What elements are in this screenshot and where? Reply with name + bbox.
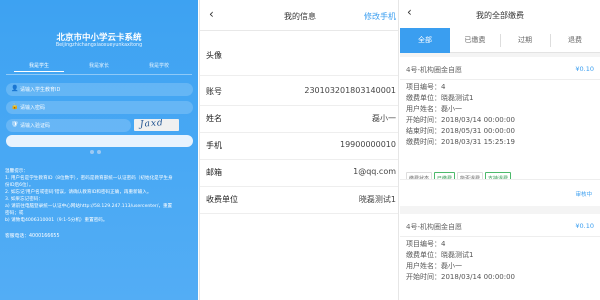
note-line: 2. 如忘记'用户名或密码'错误，请确认教育ID和密码正确，再重新输入。 [5,190,152,195]
avatar-row[interactable]: 头像 [200,36,398,76]
my-info-panel: ‹ 我的信息 修改手机 头像 账号 230103201803140001 姓名 … [199,0,399,300]
card-divider [400,79,600,80]
billing-unit-row: 收费单位 晓磊测试1 [200,184,398,214]
change-phone-link[interactable]: 修改手机 [364,11,396,22]
screenshot-collage: 北京市中小学云卡系统 Beijingzhichangxiaoxueyunkaxi… [0,0,600,300]
payment-card[interactable]: 4号-机构圈金自愿 ¥0.10 项目编号：4 缴费单位：晓磊测试1 用户姓名：磊… [400,214,600,300]
detail-line: 结束时间：2018/05/31 00:00:00 [406,127,516,135]
note-line: 密码；或 [5,211,24,216]
note-line: 3. 如果忘记密码： [5,197,44,202]
lock-icon: 🔒 [11,103,19,110]
tab-expired[interactable]: 过期 [500,28,550,53]
login-panel: 北京市中小学云卡系统 Beijingzhichangxiaoxueyunkaxi… [0,0,198,300]
payment-details: 项目编号：4 缴费单位：晓磊测试1 用户姓名：磊小一 开始时间：2018/03/… [406,239,515,283]
payment-card[interactable]: 4号-机构圈金自愿 ¥0.10 项目编号：4 缴费单位：晓磊测试1 用户姓名：磊… [400,57,600,185]
note-line: 1. 用户名是学生教育ID（8位数字），密码是教育部统一认证密码（初始化是学生身 [5,176,173,181]
avatar-label: 头像 [206,51,222,60]
nav-bar: ‹ 我的全部缴费 [400,0,600,28]
app-subtitle: Beijingzhichangxiaoxueyunkaxitong [55,43,143,48]
captcha-field[interactable]: 🛡 请输入验证码 [6,119,131,132]
nav-bar: ‹ 我的信息 修改手机 [200,0,398,31]
tab-school[interactable]: 我是学校 [134,62,184,69]
role-tabs: 我是学生 我是家长 我是学校 [6,62,192,72]
email-value: 1@qq.com [353,167,396,176]
payment-item-title: 4号-机构圈金自愿 [406,223,462,231]
email-label: 邮箱 [206,168,222,177]
student-id-placeholder: 请输入学生教育ID [20,87,61,93]
name-label: 姓名 [206,114,222,123]
shield-icon: 🛡 [11,121,19,128]
audit-status-link[interactable]: 审核中 [575,190,592,198]
phone-value: 19900000010 [340,140,396,149]
payment-tabs: 全部 已缴费 过期 退费 [400,28,600,53]
phone-row: 手机 19900000010 [200,130,398,160]
name-row: 姓名 磊小一 [200,103,398,133]
tab-parent[interactable]: 我是家长 [74,62,124,69]
password-field[interactable]: 🔒 请输入密码 [6,101,193,114]
tab-student[interactable]: 我是学生 [14,62,64,72]
note-line: a) 请前往电脑登录统一认证中心网站http://58.129.247.113/… [5,204,173,209]
account-value: 230103201803140001 [304,86,396,95]
loading-indicator [90,139,104,158]
email-row: 邮箱 1@qq.com [200,157,398,187]
billing-unit-label: 收费单位 [206,195,238,204]
account-label: 账号 [206,87,222,96]
captcha-image[interactable]: Jaxd [134,119,179,131]
note-line: b) 请致电4006310001（9:1-5分机）重置密码。 [5,218,108,223]
detail-line: 用户姓名：磊小一 [406,262,462,270]
tab-refund[interactable]: 退费 [550,28,600,53]
student-id-field[interactable]: 👤 请输入学生教育ID [6,83,193,96]
phone-label: 手机 [206,141,222,150]
payments-panel: ‹ 我的全部缴费 全部 已缴费 过期 退费 4号-机构圈金自愿 ¥0.10 项目… [400,0,600,300]
captcha-placeholder: 请输入验证码 [20,123,51,129]
loading-dot [97,150,101,154]
payment-item-title: 4号-机构圈金自愿 [406,66,462,74]
payment-amount: ¥0.10 [575,222,594,230]
detail-line: 缴费单位：晓磊测试1 [406,251,474,259]
login-notes: 温馨提示： 1. 用户名是学生教育ID（8位数字），密码是教育部统一认证密码（初… [5,168,195,224]
detail-line: 缴费单位：晓磊测试1 [406,94,474,102]
detail-line: 开始时间：2018/03/14 00:00:00 [406,273,516,281]
card-divider [400,236,600,237]
service-hotline: 客服电话：4000166655 [5,234,60,239]
detail-line: 项目编号：4 [406,83,446,91]
tab-all[interactable]: 全部 [400,28,450,53]
detail-line: 用户姓名：磊小一 [406,105,462,113]
page-title: 我的全部缴费 [476,11,524,20]
user-icon: 👤 [11,85,19,92]
payment-amount: ¥0.10 [575,65,594,73]
detail-line: 项目编号：4 [406,240,446,248]
detail-line: 缴费时间：2018/03/31 15:25:19 [406,138,516,146]
detail-line: 开始时间：2018/03/14 00:00:00 [406,116,516,124]
account-row: 账号 230103201803140001 [200,76,398,106]
password-placeholder: 请输入密码 [20,105,46,111]
tab-paid[interactable]: 已缴费 [450,28,500,53]
payment-details: 项目编号：4 缴费单位：晓磊测试1 用户姓名：磊小一 开始时间：2018/03/… [406,82,515,148]
note-line: 温馨提示： [5,169,28,174]
note-line: 份ID后6位）。 [5,183,34,188]
card-footer: 审核中 [400,179,600,206]
captcha-text: Jaxd [139,119,165,130]
loading-dot [90,150,94,154]
tab-divider [6,74,192,75]
name-value: 磊小一 [372,114,396,123]
billing-unit-value: 晓磊测试1 [358,195,396,204]
app-title: 北京市中小学云卡系统 [56,33,142,43]
